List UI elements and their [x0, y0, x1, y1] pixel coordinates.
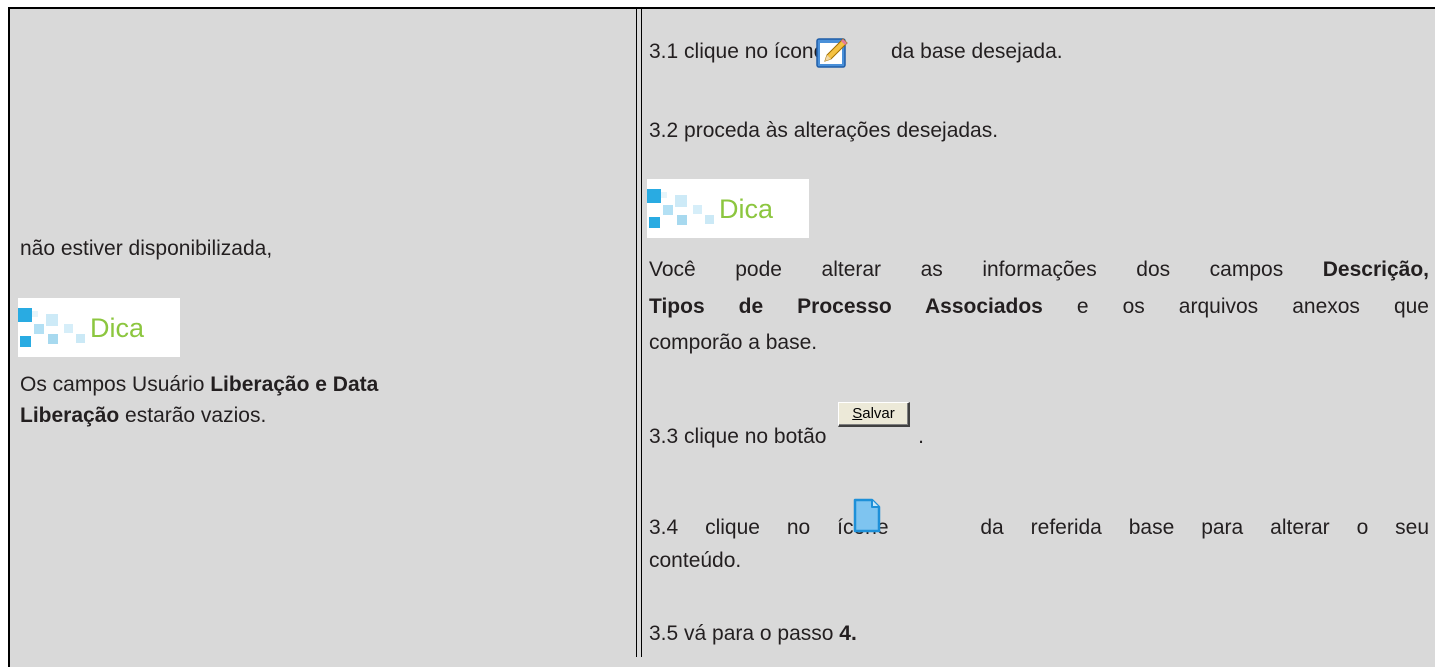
step-3-4-continuation: conteúdo.: [649, 549, 742, 572]
blank-document-icon: [853, 498, 881, 533]
dica-tip-icon: [647, 188, 714, 228]
step-3-4: 3.4 clique no ícone da referida base par…: [649, 516, 1430, 539]
right-tip-line-2: Tipos de Processo Associados e os arquiv…: [649, 295, 1429, 318]
pencil-edit-icon: [816, 38, 848, 68]
column-divider: [636, 7, 642, 657]
right-tip-line-1: Você pode alterar as informações dos cam…: [649, 258, 1429, 281]
salvar-button[interactable]: Salvar: [838, 402, 910, 427]
step-3-5: 3.5 vá para o passo 4.: [649, 622, 857, 645]
left-tip-line-1: Os campos Usuário Liberação e Data: [20, 373, 379, 396]
right-tip-header: Dica: [647, 179, 809, 238]
right-tip-label: Dica: [719, 193, 774, 224]
step-3-3: 3.3 clique no botão .: [649, 425, 925, 448]
left-tip-header: Dica: [18, 298, 180, 357]
left-text-line: não estiver disponibilizada,: [20, 237, 273, 260]
dica-tip-icon: [18, 307, 85, 347]
left-tip-label: Dica: [90, 312, 145, 343]
left-tip-line-2: Liberação estarão vazios.: [20, 404, 267, 427]
step-3-1: 3.1 clique no ícone da base desejada.: [649, 40, 1063, 63]
right-tip-line-3: comporão a base.: [649, 331, 818, 354]
step-3-2: 3.2 proceda às alterações desejadas.: [649, 119, 999, 142]
